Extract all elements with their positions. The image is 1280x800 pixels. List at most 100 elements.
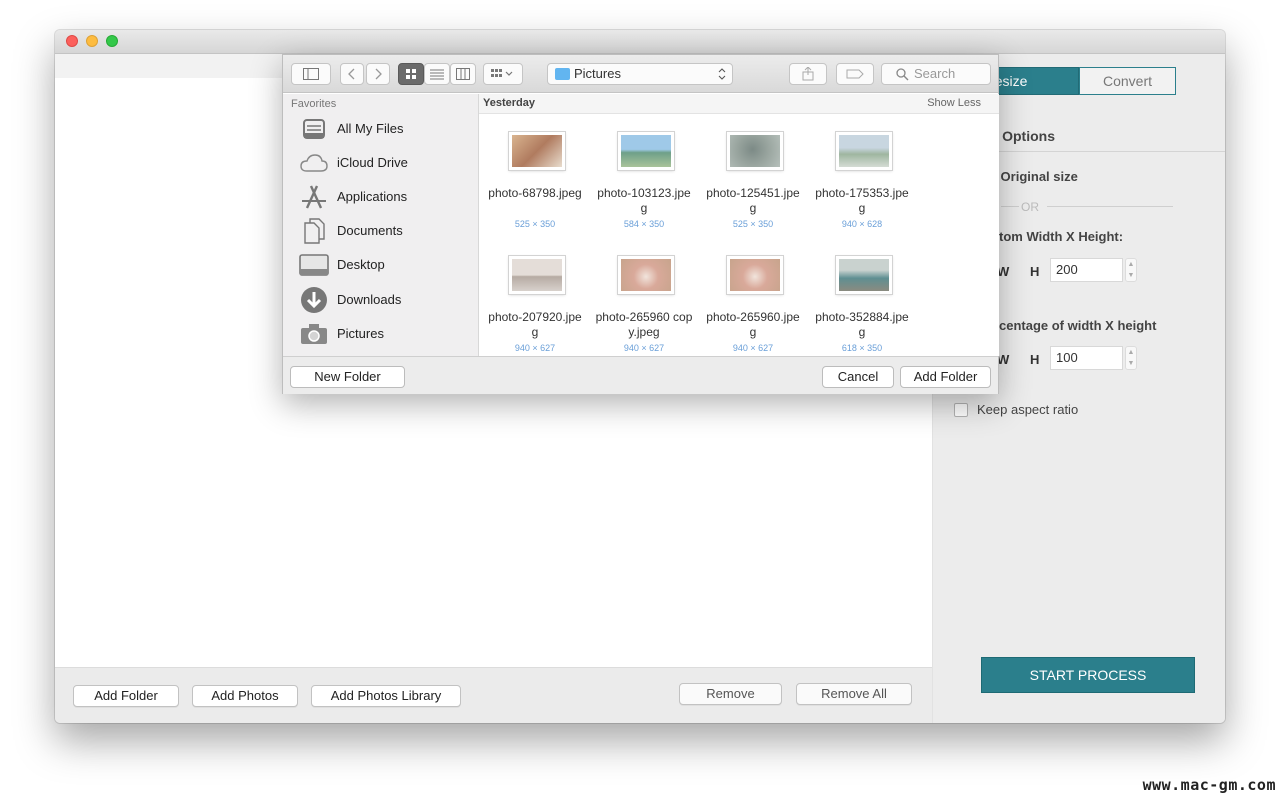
cancel-button[interactable]: Cancel <box>822 366 894 388</box>
sidebar-toggle-button[interactable] <box>291 63 331 85</box>
path-popup[interactable]: Pictures <box>547 63 733 85</box>
remove-all-button[interactable]: Remove All <box>796 683 912 705</box>
new-folder-button[interactable]: New Folder <box>290 366 405 388</box>
photo-thumbnail <box>509 256 565 294</box>
close-window-button[interactable] <box>66 35 78 47</box>
file-dimensions: 940 × 627 <box>623 343 665 353</box>
sidebar-item-pictures[interactable]: Pictures <box>299 320 474 348</box>
tags-button[interactable] <box>836 63 874 85</box>
custom-size-option[interactable]: tom Width X Height: <box>999 229 1123 244</box>
photo-thumbnail <box>727 256 783 294</box>
sidebar-label: Documents <box>337 223 403 238</box>
chevron-right-icon <box>375 68 382 80</box>
sidebar-label: Desktop <box>337 257 385 272</box>
file-dimensions: 940 × 628 <box>841 219 883 229</box>
keep-aspect-checkbox[interactable] <box>954 403 968 417</box>
arrange-icon <box>491 69 513 77</box>
back-button[interactable] <box>340 63 364 85</box>
sidebar-label: Downloads <box>337 292 402 307</box>
columns-icon <box>456 68 470 80</box>
file-name: photo-265960 copy.jpeg <box>595 310 693 339</box>
minimize-window-button[interactable] <box>86 35 98 47</box>
sidebar-item-downloads[interactable]: Downloads <box>299 286 474 314</box>
percentage-height-input[interactable]: 100 <box>1050 346 1123 370</box>
photo-thumbnail <box>836 132 892 170</box>
file-item[interactable]: photo-265960.jpeg 940 × 627 <box>703 256 803 356</box>
sidebar-label: Pictures <box>337 326 384 341</box>
desktop-icon <box>299 251 329 279</box>
share-button[interactable] <box>789 63 827 85</box>
show-less-link[interactable]: Show Less <box>927 97 981 109</box>
or-label: OR <box>1021 200 1039 214</box>
dialog-add-folder-button[interactable]: Add Folder <box>900 366 991 388</box>
cloud-icon <box>299 149 329 177</box>
percentage-height-stepper[interactable]: ▲ ▼ <box>1125 346 1137 370</box>
add-photos-button[interactable]: Add Photos <box>192 685 298 707</box>
file-dimensions: 940 × 627 <box>514 343 556 353</box>
sidebar-item-desktop[interactable]: Desktop <box>299 251 474 279</box>
icon-view-button[interactable] <box>398 63 424 85</box>
custom-height-stepper[interactable]: ▲ ▼ <box>1125 258 1137 282</box>
sidebar-label: Applications <box>337 189 408 204</box>
add-folder-button[interactable]: Add Folder <box>73 685 179 707</box>
keep-aspect-label: Keep aspect ratio <box>977 402 1079 417</box>
share-icon <box>802 66 814 81</box>
search-field[interactable]: Search <box>881 63 991 85</box>
sidebar-item-all-my-files[interactable]: All My Files <box>299 115 474 143</box>
start-process-button[interactable]: START PROCESS <box>981 657 1195 693</box>
file-name: photo-265960.jpeg <box>706 310 800 339</box>
file-item[interactable]: photo-68798.jpeg 525 × 350 <box>485 132 585 252</box>
grid-icon <box>406 69 416 79</box>
file-item[interactable]: photo-352884.jpeg 618 × 350 <box>812 256 912 356</box>
zoom-window-button[interactable] <box>106 35 118 47</box>
file-name: photo-125451.jpeg <box>706 186 800 215</box>
file-dimensions: 618 × 350 <box>841 343 883 353</box>
percentage-option[interactable]: centage of width X height <box>999 318 1156 333</box>
sidebar-icon <box>303 68 319 80</box>
file-item[interactable]: photo-265960 copy.jpeg 940 × 627 <box>594 256 694 356</box>
sidebar-item-applications[interactable]: Applications <box>299 183 474 211</box>
group-title: Yesterday <box>483 97 535 109</box>
watermark-text: www.mac-gm.com <box>1142 776 1276 794</box>
custom-height-label: H <box>1030 264 1040 279</box>
file-item[interactable]: photo-207920.jpeg 940 × 627 <box>485 256 585 356</box>
file-dimensions: 584 × 350 <box>623 219 665 229</box>
photo-thumbnail <box>618 256 674 294</box>
tag-icon <box>846 69 864 79</box>
list-view-button[interactable] <box>424 63 450 85</box>
forward-button[interactable] <box>366 63 390 85</box>
file-item[interactable]: photo-103123.jpeg 584 × 350 <box>594 132 694 252</box>
sidebar-label: iCloud Drive <box>337 155 408 170</box>
updown-chevron-icon <box>718 68 726 80</box>
chevron-left-icon <box>348 68 355 80</box>
file-item[interactable]: photo-125451.jpeg 525 × 350 <box>703 132 803 252</box>
remove-button[interactable]: Remove <box>679 683 782 705</box>
file-browser[interactable]: Yesterday Show Less photo-68798.jpeg 525… <box>479 94 999 356</box>
group-header: Yesterday Show Less <box>479 94 999 114</box>
folder-icon <box>555 68 570 80</box>
list-icon <box>430 69 444 80</box>
title-bar[interactable] <box>55 30 1225 54</box>
arrange-menu-button[interactable] <box>483 63 523 85</box>
sidebar-item-icloud-drive[interactable]: iCloud Drive <box>299 149 474 177</box>
sidebar-label: All My Files <box>337 121 404 136</box>
camera-icon <box>299 320 329 348</box>
keep-original-size-option[interactable]: p Original size <box>989 169 1078 184</box>
photo-thumbnail <box>509 132 565 170</box>
file-item[interactable]: photo-175353.jpeg 940 × 628 <box>812 132 912 252</box>
column-view-button[interactable] <box>450 63 476 85</box>
all-files-icon <box>299 115 329 143</box>
tab-convert[interactable]: Convert <box>1079 67 1176 95</box>
downloads-icon <box>299 286 329 314</box>
sidebar-item-documents[interactable]: Documents <box>299 217 474 245</box>
or-divider-right <box>1047 206 1173 207</box>
photo-thumbnail <box>618 132 674 170</box>
dialog-footer: New Folder Cancel Add Folder <box>283 356 998 394</box>
favorites-heading: Favorites <box>291 98 337 110</box>
documents-icon <box>299 217 329 245</box>
custom-height-input[interactable]: 200 <box>1050 258 1123 282</box>
file-name: photo-175353.jpeg <box>815 186 909 215</box>
file-name: photo-103123.jpeg <box>597 186 691 215</box>
add-photos-library-button[interactable]: Add Photos Library <box>311 685 461 707</box>
percentage-height-label: H <box>1030 352 1040 367</box>
